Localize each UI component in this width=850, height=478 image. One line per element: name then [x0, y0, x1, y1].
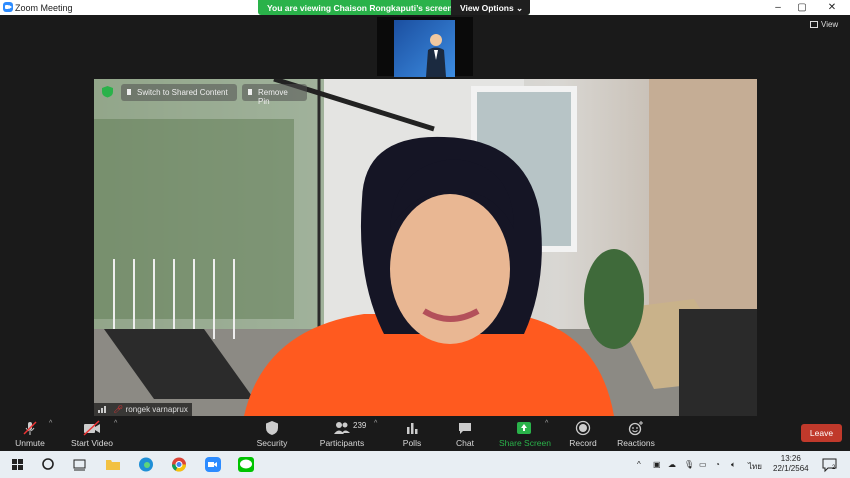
screen-share-banner: You are viewing Chaison Rongkaputi’s scr… — [258, 0, 530, 15]
muted-mic-icon — [23, 421, 37, 435]
active-speaker-video[interactable] — [94, 79, 757, 416]
chrome-browser-icon[interactable] — [170, 456, 188, 473]
record-button[interactable]: Record — [568, 420, 598, 448]
meeting-toolbar: Unmute ^ Start Video ^ Security Particip… — [0, 416, 850, 451]
reactions-label: Reactions — [617, 438, 655, 448]
polls-icon — [407, 423, 418, 434]
close-icon[interactable]: ✕ — [822, 1, 842, 14]
pin-icon — [127, 89, 131, 95]
clock-date: 22/1/2564 — [773, 464, 809, 473]
share-options-caret[interactable]: ^ — [545, 420, 548, 427]
video-options-caret[interactable]: ^ — [114, 420, 117, 427]
share-screen-button[interactable]: Share Screen — [499, 420, 551, 448]
reactions-icon — [628, 421, 643, 436]
unmute-button[interactable]: Unmute — [12, 420, 48, 448]
file-explorer-icon[interactable] — [104, 456, 122, 473]
unmute-label: Unmute — [15, 438, 45, 448]
speaker-video-frame — [94, 79, 757, 416]
volume-icon[interactable]: 🔈︎ — [731, 460, 736, 470]
record-icon — [575, 420, 591, 436]
grid-icon — [810, 21, 818, 28]
windows-start-icon[interactable] — [9, 456, 27, 473]
security-button[interactable]: Security — [254, 420, 290, 448]
audio-options-caret[interactable]: ^ — [49, 420, 52, 427]
signal-icon — [98, 406, 106, 413]
line-app-icon[interactable] — [237, 456, 255, 473]
participants-options-caret[interactable]: ^ — [374, 420, 377, 427]
notifications-icon[interactable] — [821, 456, 839, 473]
onedrive-icon[interactable]: ☁ — [668, 460, 676, 469]
edge-browser-icon[interactable] — [137, 456, 155, 473]
clock-time: 13:26 — [780, 454, 801, 463]
shield-icon — [101, 85, 114, 98]
task-view-icon[interactable] — [71, 456, 89, 473]
polls-label: Polls — [402, 438, 422, 448]
zoom-app-icon — [3, 2, 13, 12]
tray-overflow-caret[interactable]: ^ — [637, 460, 641, 469]
video-off-icon — [83, 420, 100, 436]
view-button[interactable]: View — [810, 20, 838, 29]
presenter-figure — [426, 34, 446, 77]
switch-label: Switch to Shared Content — [137, 88, 228, 97]
shared-content-image — [394, 20, 455, 77]
view-label: View — [821, 20, 839, 29]
muted-mic-icon: 🎤︎ — [113, 405, 124, 414]
windows-taskbar: ^ ▣ ☁ 🎙︎ ▭ ◔ 🔈︎ ไทย 13:26 22/1/2564 2 — [0, 451, 850, 478]
start-video-button[interactable]: Start Video — [68, 420, 116, 448]
participant-name: rongek varnaprux — [125, 405, 188, 414]
remove-pin-button[interactable]: Remove Pin — [242, 84, 307, 106]
system-clock[interactable]: 13:26 22/1/2564 — [773, 454, 809, 474]
chat-label: Chat — [456, 438, 474, 448]
view-options-button[interactable]: View Options ⌄ — [451, 0, 530, 15]
start-video-label: Start Video — [71, 438, 113, 448]
participant-name-caption: 🎤︎ rongek varnaprux — [94, 403, 192, 416]
shared-screen-thumbnail[interactable] — [377, 17, 473, 77]
battery-icon[interactable]: ▭ — [699, 460, 707, 469]
language-indicator[interactable]: ไทย — [748, 460, 762, 473]
participants-icon — [334, 422, 350, 434]
share-screen-icon — [517, 422, 531, 434]
microphone-icon[interactable]: 🎙︎ — [684, 460, 694, 469]
wifi-icon[interactable]: ◔ — [715, 460, 720, 469]
record-label: Record — [569, 438, 597, 448]
participants-label: Participants — [319, 438, 365, 448]
search-icon[interactable] — [40, 456, 58, 473]
leave-button[interactable]: Leave — [801, 424, 842, 442]
chat-icon — [459, 423, 471, 434]
notification-count: 2 — [832, 465, 836, 471]
restore-icon[interactable]: ▢ — [792, 1, 812, 14]
share-screen-label: Share Screen — [499, 438, 551, 448]
chat-button[interactable]: Chat — [452, 420, 478, 448]
participants-count: 239 — [353, 421, 367, 430]
window-title: Zoom Meeting — [15, 3, 73, 13]
viewing-screen-label: You are viewing Chaison Rongkaputi’s scr… — [267, 3, 453, 13]
switch-to-shared-content-button[interactable]: Switch to Shared Content — [121, 84, 237, 101]
security-label: Security — [256, 438, 288, 448]
shield-icon — [266, 421, 278, 435]
polls-button[interactable]: Polls — [398, 420, 426, 448]
minimize-icon[interactable]: – — [768, 1, 788, 14]
zoom-taskbar-icon[interactable] — [204, 456, 222, 473]
pin-icon — [248, 89, 252, 95]
reactions-button[interactable]: Reactions — [617, 420, 655, 448]
tray-app-icon[interactable]: ▣ — [653, 460, 661, 469]
